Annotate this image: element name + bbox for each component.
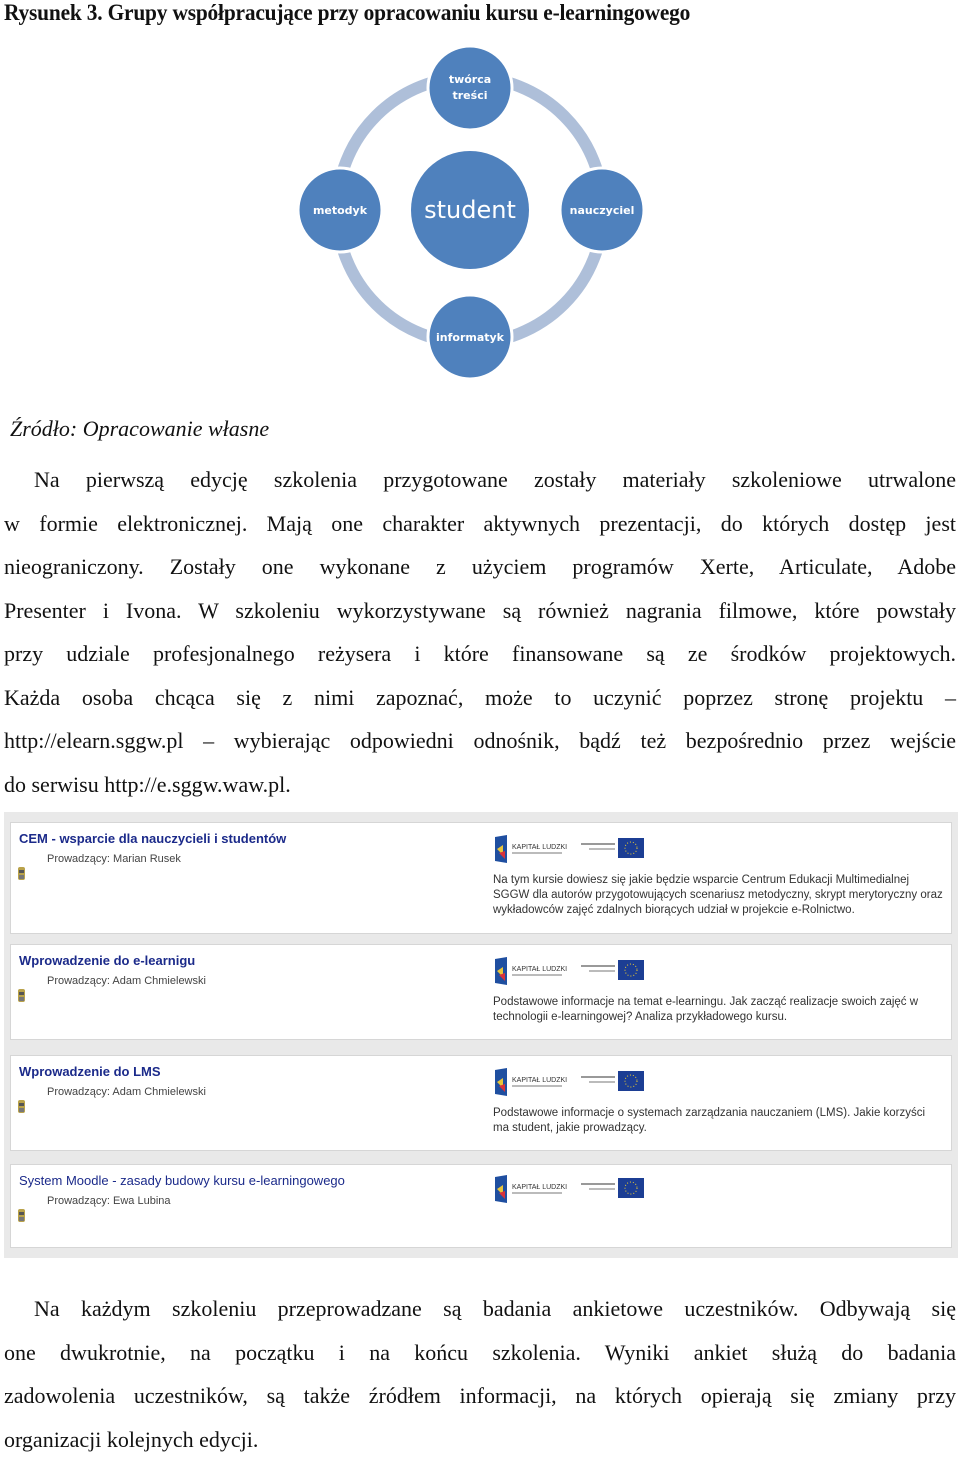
course-card: CEM - wsparcie dla nauczycieli i student…: [10, 822, 952, 934]
eu-funding-logos: KAPITAŁ LUDZKI: [493, 957, 663, 985]
figure-caption: Rysunek 3. Grupy współpracujące przy opr…: [4, 0, 690, 26]
user-icon: [17, 1209, 26, 1222]
node-top-label-2: treści: [453, 89, 488, 102]
course-card: Wprowadzenie do LMS Prowadzący: Adam Chm…: [10, 1055, 952, 1151]
user-icon: [17, 989, 26, 1002]
course-teacher: Prowadzący: Ewa Lubina: [47, 1195, 171, 1207]
figure-source: Źródło: Opracowanie własne: [10, 416, 269, 442]
node-left-label: metodyk: [313, 204, 368, 217]
paragraph-2: Na każdym szkoleniu przeprowadzane są ba…: [4, 1287, 956, 1461]
moodle-course-list-screenshot: CEM - wsparcie dla nauczycieli i student…: [4, 812, 958, 1258]
eu-funding-logos: KAPITAŁ LUDZKI: [493, 835, 663, 863]
user-icon: [17, 867, 26, 880]
paragraph-line: Każda osoba chcąca się z nimi zapoznać, …: [4, 676, 956, 720]
node-center-label: student: [424, 196, 516, 224]
node-bottom-label: informatyk: [436, 331, 505, 344]
paragraph-1: Na pierwszą edycję szkolenia przygotowan…: [4, 458, 956, 806]
paragraph-line: organizacji kolejnych edycji.: [4, 1418, 956, 1461]
course-description: Na tym kursie dowiesz się jakie będzie w…: [493, 873, 943, 918]
paragraph-line: nieograniczony. Zostały one wykonane z u…: [4, 545, 956, 589]
paragraph-line: one dwukrotnie, na początku i na końcu s…: [4, 1331, 956, 1375]
eu-funding-logos: KAPITAŁ LUDZKI: [493, 1068, 663, 1096]
course-description: Podstawowe informacje o systemach zarząd…: [493, 1106, 943, 1136]
node-top-label-1: twórca: [449, 73, 491, 86]
paragraph-line: zadowolenia uczestników, są także źródłe…: [4, 1374, 956, 1418]
paragraph-line: w formie elektronicznej. Mają one charak…: [4, 502, 956, 546]
paragraph-line: Na każdym szkoleniu przeprowadzane są ba…: [4, 1287, 956, 1331]
paragraph-line: http://elearn.sggw.pl – wybierając odpow…: [4, 719, 956, 763]
logo-text: KAPITAŁ LUDZKI: [512, 844, 567, 851]
course-description: Podstawowe informacje na temat e-learnin…: [493, 995, 943, 1025]
course-title-link[interactable]: Wprowadzenie do e-learnigu: [19, 953, 195, 968]
paragraph-line: Na pierwszą edycję szkolenia przygotowan…: [4, 458, 956, 502]
logo-text: KAPITAŁ LUDZKI: [512, 1077, 567, 1084]
node-top: [428, 46, 512, 130]
course-teacher: Prowadzący: Marian Rusek: [47, 853, 181, 865]
collaboration-diagram: twórca treści metodyk nauczyciel informa…: [290, 35, 670, 385]
paragraph-line: do serwisu http://e.sggw.waw.pl.: [4, 763, 956, 807]
course-title-link[interactable]: System Moodle - zasady budowy kursu e-le…: [19, 1173, 345, 1188]
course-title-link[interactable]: CEM - wsparcie dla nauczycieli i student…: [19, 831, 286, 846]
node-right-label: nauczyciel: [570, 204, 635, 217]
logo-text: KAPITAŁ LUDZKI: [512, 1184, 567, 1191]
course-teacher: Prowadzący: Adam Chmielewski: [47, 1086, 206, 1098]
paragraph-line: Presenter i Ivona. W szkoleniu wykorzyst…: [4, 589, 956, 633]
paragraph-line: przy udziale profesjonalnego reżysera i …: [4, 632, 956, 676]
course-teacher: Prowadzący: Adam Chmielewski: [47, 975, 206, 987]
course-title-link[interactable]: Wprowadzenie do LMS: [19, 1064, 161, 1079]
course-card: Wprowadzenie do e-learnigu Prowadzący: A…: [10, 944, 952, 1040]
eu-funding-logos: KAPITAŁ LUDZKI: [493, 1175, 663, 1203]
logo-text: KAPITAŁ LUDZKI: [512, 966, 567, 973]
user-icon: [17, 1100, 26, 1113]
course-card: System Moodle - zasady budowy kursu e-le…: [10, 1164, 952, 1248]
